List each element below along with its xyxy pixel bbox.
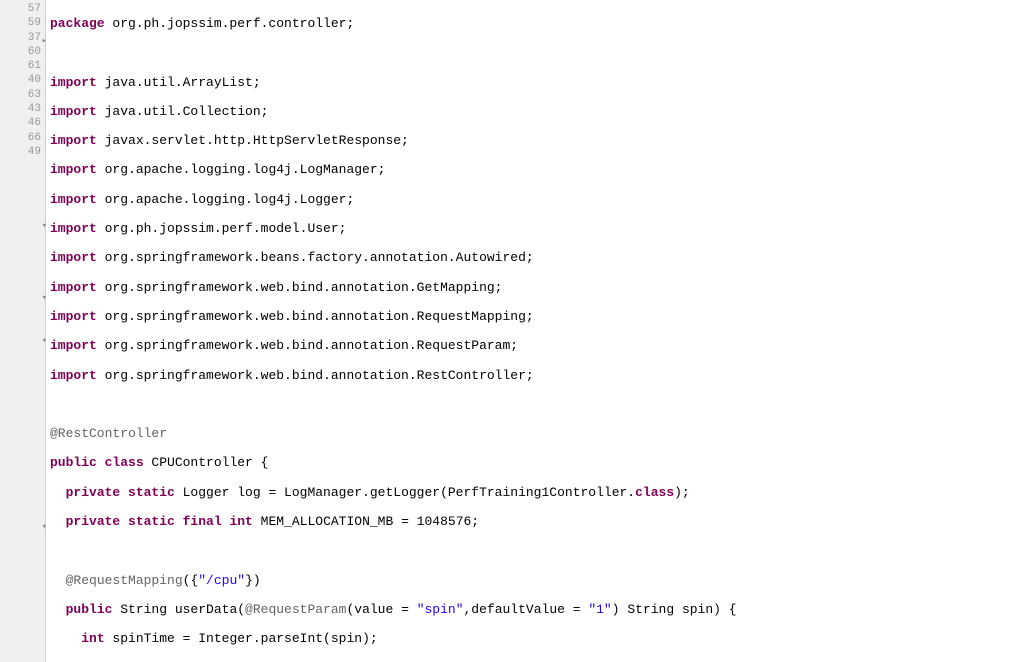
code-line[interactable]: import org.springframework.web.bind.anno… [50,281,1024,295]
code-line[interactable]: int spinTime = Integer.parseInt(spin); [50,632,1024,646]
code-line[interactable]: private static Logger log = LogManager.g… [50,486,1024,500]
code-line[interactable] [50,544,1024,558]
line-number: 66 [0,131,45,145]
line-number: 43 [0,102,45,116]
code-line[interactable]: import org.apache.logging.log4j.LogManag… [50,163,1024,177]
line-number [0,474,45,488]
fold-marker-icon[interactable]: ▾ [39,520,47,528]
fold-marker-icon[interactable]: ▾ [39,334,47,342]
code-line[interactable]: private static final int MEM_ALLOCATION_… [50,515,1024,529]
line-number [0,231,45,245]
line-number: 40 [0,73,45,87]
line-number [0,574,45,588]
code-line[interactable]: public String userData(@RequestParam(val… [50,603,1024,617]
line-number [0,402,45,416]
line-number [0,417,45,431]
code-line[interactable]: import java.util.ArrayList; [50,76,1024,90]
code-line[interactable]: import org.ph.jopssim.perf.model.User; [50,222,1024,236]
line-number [0,545,45,559]
line-number: 57 [0,2,45,16]
line-number: 59 [0,16,45,30]
line-number [0,302,45,316]
line-number [0,460,45,474]
code-line[interactable]: import javax.servlet.http.HttpServletRes… [50,134,1024,148]
fold-marker-icon[interactable]: ▾ [39,219,47,227]
code-line[interactable]: import java.util.Collection; [50,105,1024,119]
line-number: 37▸ [0,31,45,45]
line-number [0,259,45,273]
code-line[interactable]: @RestController [50,427,1024,441]
line-number [0,202,45,216]
code-line[interactable] [50,398,1024,412]
code-line[interactable]: import org.springframework.web.bind.anno… [50,369,1024,383]
line-number [0,345,45,359]
line-number [0,560,45,574]
code-line[interactable]: import org.springframework.web.bind.anno… [50,339,1024,353]
line-number [0,159,45,173]
line-number [0,602,45,616]
line-number-gutter: 57 59 37▸ 60 61 40 63 43 46 66 49 ▾ ▾ ▾ … [0,0,46,662]
code-line[interactable]: import org.springframework.web.bind.anno… [50,310,1024,324]
line-number [0,174,45,188]
line-number [0,588,45,602]
code-line[interactable]: @RequestMapping({"/cpu"}) [50,574,1024,588]
line-number [0,274,45,288]
line-number [0,188,45,202]
line-number [0,445,45,459]
line-number: 60 [0,45,45,59]
code-line[interactable]: import org.springframework.beans.factory… [50,251,1024,265]
line-number: ▾ [0,517,45,531]
code-line[interactable]: public class CPUController { [50,456,1024,470]
line-number: 49 [0,145,45,159]
line-number [0,359,45,373]
line-number: 61 [0,59,45,73]
line-number [0,631,45,645]
line-number [0,317,45,331]
line-number [0,531,45,545]
line-number [0,502,45,516]
line-number: 63 [0,88,45,102]
code-line[interactable]: import org.apache.logging.log4j.Logger; [50,193,1024,207]
code-line[interactable]: package org.ph.jopssim.perf.controller; [50,17,1024,31]
line-number: 46 [0,116,45,130]
line-number: ▾ [0,331,45,345]
fold-marker-icon[interactable]: ▾ [39,291,47,299]
line-number [0,388,45,402]
line-number [0,488,45,502]
line-number [0,431,45,445]
line-number [0,245,45,259]
code-editor[interactable]: package org.ph.jopssim.perf.controller; … [46,0,1024,662]
line-number: ▾ [0,288,45,302]
line-number [0,617,45,631]
line-number: ▾ [0,216,45,230]
fold-marker-icon[interactable]: ▸ [39,34,47,42]
code-line[interactable] [50,46,1024,60]
line-number [0,374,45,388]
